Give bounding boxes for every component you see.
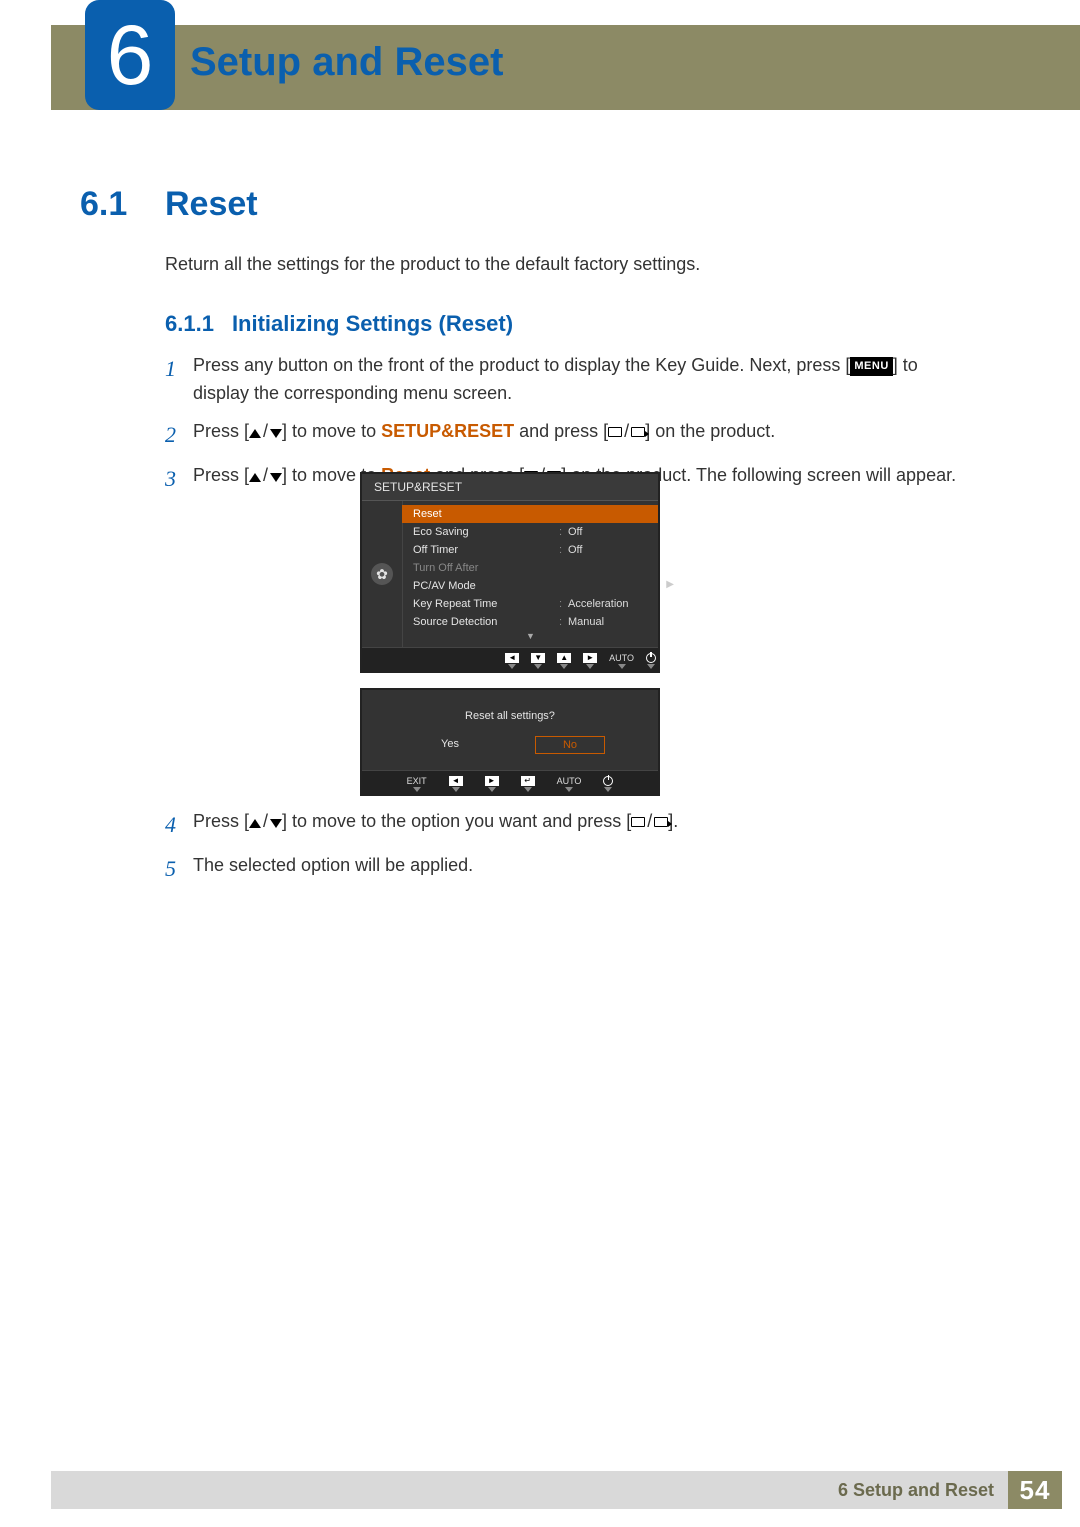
- step-text: Press [/] to move to SETUP&RESET and pre…: [193, 418, 970, 452]
- right-caret-icon: ▶: [666, 579, 674, 590]
- osd-title: SETUP&RESET: [362, 474, 658, 501]
- down-arrow-icon: [270, 429, 282, 438]
- step-2: 2 Press [/] to move to SETUP&RESET and p…: [165, 418, 970, 452]
- osd-item: Off Timer : Off: [403, 541, 658, 559]
- gear-icon: ✿: [371, 563, 393, 585]
- section-number: 6.1: [80, 185, 165, 224]
- step-text: The selected option will be applied.: [193, 852, 970, 886]
- left-chip-icon: ◄: [505, 653, 519, 663]
- osd-footer: ◄ ▼ ▲ ► AUTO: [362, 647, 658, 671]
- step-4: 4 Press [/] to move to the option you wa…: [165, 808, 970, 842]
- up-chip-icon: ▲: [557, 653, 571, 663]
- osd-item: PC/AV Mode ▶: [403, 577, 658, 595]
- down-arrow-icon: [270, 819, 282, 828]
- osd-footer: EXIT ◄ ► ↵ AUTO: [362, 770, 658, 794]
- chapter-badge: 6: [85, 0, 175, 110]
- step-1: 1 Press any button on the front of the p…: [165, 352, 970, 408]
- section-title: Reset: [165, 185, 258, 224]
- chapter-title: Setup and Reset: [190, 40, 503, 85]
- up-arrow-icon: [249, 429, 261, 438]
- enter-chip-icon: ↵: [521, 776, 535, 786]
- subsection-title: Initializing Settings (Reset): [232, 311, 513, 337]
- down-chip-icon: ▼: [531, 653, 545, 663]
- source-icon: [631, 427, 645, 437]
- step-5: 5 The selected option will be applied.: [165, 852, 970, 886]
- confirm-question: Reset all settings?: [362, 704, 658, 736]
- section-heading: 6.1 Reset: [80, 185, 258, 224]
- up-arrow-icon: [249, 819, 261, 828]
- osd-item-reset: Reset: [402, 505, 658, 523]
- osd-setup-reset: SETUP&RESET ✿ Reset Eco Saving : Off Off…: [360, 472, 660, 673]
- subsection-number: 6.1.1: [165, 311, 214, 337]
- header-white-band: [51, 0, 1080, 25]
- osd-confirm-dialog: Reset all settings? Yes No EXIT ◄ ► ↵ AU…: [360, 688, 660, 796]
- osd-item: Source Detection : Manual: [403, 613, 658, 631]
- source-icon: [654, 817, 668, 827]
- section-intro: Return all the settings for the product …: [165, 254, 700, 275]
- exit-label: EXIT: [407, 776, 427, 786]
- right-chip-icon: ►: [485, 776, 499, 786]
- step-number: 3: [165, 462, 193, 496]
- right-chip-icon: ►: [583, 653, 597, 663]
- down-arrow-icon: [270, 473, 282, 482]
- footer-page-number: 54: [1008, 1471, 1062, 1509]
- osd-item: Turn Off After: [403, 559, 658, 577]
- step-number: 4: [165, 808, 193, 842]
- footer-chapter-label: 6 Setup and Reset: [838, 1480, 994, 1501]
- rect-icon: [608, 427, 622, 437]
- power-icon: [603, 776, 613, 786]
- step-text: Press [/] to move to the option you want…: [193, 808, 970, 842]
- step-number: 1: [165, 352, 193, 408]
- confirm-no: No: [535, 736, 605, 754]
- steps-list-bottom: 4 Press [/] to move to the option you wa…: [165, 808, 970, 896]
- auto-label: AUTO: [609, 653, 634, 663]
- scroll-down-icon: ▼: [403, 631, 658, 643]
- subsection-heading: 6.1.1 Initializing Settings (Reset): [165, 311, 513, 337]
- left-chip-icon: ◄: [449, 776, 463, 786]
- page-footer: 6 Setup and Reset 54: [51, 1471, 1062, 1509]
- step-text: Press any button on the front of the pro…: [193, 352, 970, 408]
- osd-item: Key Repeat Time : Acceleration: [403, 595, 658, 613]
- step-number: 5: [165, 852, 193, 886]
- step-number: 2: [165, 418, 193, 452]
- power-icon: [646, 653, 656, 663]
- menu-key-icon: MENU: [850, 357, 892, 376]
- osd-menu-list: Reset Eco Saving : Off Off Timer : Off T…: [402, 501, 658, 647]
- chapter-number: 6: [107, 7, 154, 104]
- auto-label: AUTO: [557, 776, 582, 786]
- osd-item: Eco Saving : Off: [403, 523, 658, 541]
- rect-icon: [631, 817, 645, 827]
- up-arrow-icon: [249, 473, 261, 482]
- osd-icon-col: ✿: [362, 501, 402, 647]
- bold-setupreset: SETUP&RESET: [381, 421, 514, 441]
- confirm-yes: Yes: [415, 736, 485, 754]
